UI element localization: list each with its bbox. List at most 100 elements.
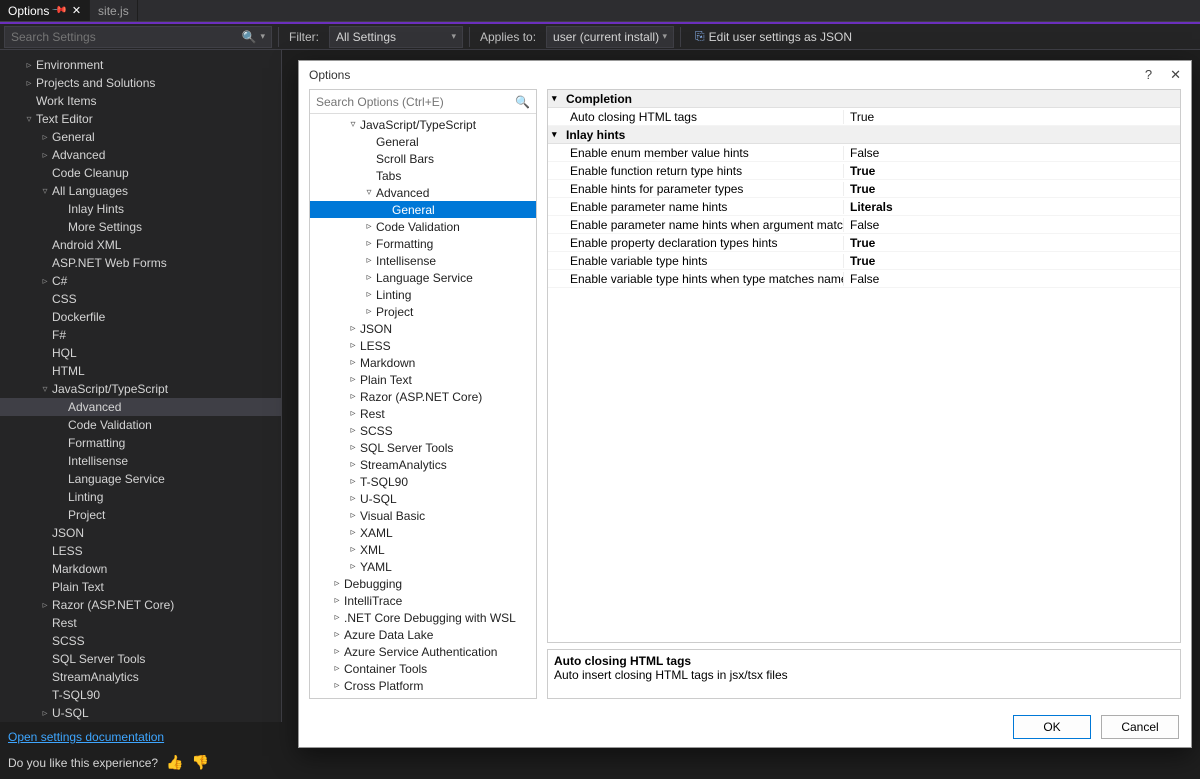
chevron-down-icon[interactable]: ▾	[552, 129, 566, 140]
chevron-icon[interactable]	[38, 600, 52, 611]
tree-item[interactable]: Advanced	[0, 398, 281, 416]
chevron-icon[interactable]	[330, 612, 344, 623]
tree-item[interactable]: SCSS	[0, 632, 281, 650]
chevron-icon[interactable]	[22, 78, 36, 89]
chevron-icon[interactable]	[362, 289, 376, 300]
dialog-tree-item[interactable]: Azure Service Authentication	[310, 643, 536, 660]
dialog-tree-item[interactable]: SQL Server Tools	[310, 439, 536, 456]
chevron-icon[interactable]	[38, 384, 52, 395]
dialog-tree-item[interactable]: YAML	[310, 558, 536, 575]
dialog-tree-item[interactable]: Language Service	[310, 269, 536, 286]
property-row[interactable]: Enable parameter name hintsLiterals	[548, 198, 1180, 216]
tree-item[interactable]: Text Editor	[0, 110, 281, 128]
chevron-icon[interactable]	[330, 663, 344, 674]
property-row[interactable]: Enable hints for parameter typesTrue	[548, 180, 1180, 198]
close-icon[interactable]: ✕	[1170, 67, 1181, 83]
property-value[interactable]: True	[844, 164, 1180, 178]
search-input[interactable]	[11, 30, 242, 44]
ok-button[interactable]: OK	[1013, 715, 1091, 739]
tree-item[interactable]: CSS	[0, 290, 281, 308]
tree-item[interactable]: Work Items	[0, 92, 281, 110]
property-row[interactable]: Enable property declaration types hintsT…	[548, 234, 1180, 252]
dialog-tree-item[interactable]: Linting	[310, 286, 536, 303]
chevron-icon[interactable]	[346, 493, 360, 504]
thumbs-down-icon[interactable]: 👎	[192, 754, 209, 771]
chevron-icon[interactable]	[346, 527, 360, 538]
dialog-tree-item[interactable]: General	[310, 201, 536, 218]
chevron-icon[interactable]	[330, 578, 344, 589]
chevron-down-icon[interactable]: ▾	[552, 93, 566, 104]
dialog-tree-item[interactable]: .NET Core Debugging with WSL	[310, 609, 536, 626]
dialog-tree-item[interactable]: U-SQL	[310, 490, 536, 507]
property-value[interactable]: True	[844, 254, 1180, 268]
documentation-link[interactable]: Open settings documentation	[8, 730, 164, 744]
tree-item[interactable]: Linting	[0, 488, 281, 506]
dialog-tree-item[interactable]: Markdown	[310, 354, 536, 371]
tree-item[interactable]: All Languages	[0, 182, 281, 200]
dialog-tree-item[interactable]: Container Tools	[310, 660, 536, 677]
tree-item[interactable]: T-SQL90	[0, 686, 281, 704]
dialog-tree-item[interactable]: SCSS	[310, 422, 536, 439]
dialog-tree-item[interactable]: StreamAnalytics	[310, 456, 536, 473]
chevron-icon[interactable]	[346, 561, 360, 572]
dialog-tree-item[interactable]: Database Tools	[310, 694, 536, 698]
tree-item[interactable]: Markdown	[0, 560, 281, 578]
thumbs-up-icon[interactable]: 👍	[166, 754, 183, 771]
tree-item[interactable]: LESS	[0, 542, 281, 560]
tree-item[interactable]: Project	[0, 506, 281, 524]
chevron-icon[interactable]	[38, 186, 52, 197]
dialog-tree[interactable]: JavaScript/TypeScriptGeneralScroll BarsT…	[310, 114, 536, 698]
property-category[interactable]: ▾Inlay hints	[548, 126, 1180, 144]
tree-item[interactable]: Dockerfile	[0, 308, 281, 326]
property-value[interactable]: True	[844, 236, 1180, 250]
help-icon[interactable]: ?	[1145, 67, 1152, 83]
chevron-icon[interactable]	[362, 221, 376, 232]
property-value[interactable]: False	[844, 146, 1180, 160]
chevron-icon[interactable]	[346, 340, 360, 351]
property-row[interactable]: Enable function return type hintsTrue	[548, 162, 1180, 180]
property-row[interactable]: Enable variable type hints when type mat…	[548, 270, 1180, 288]
chevron-icon[interactable]	[346, 442, 360, 453]
dialog-search-box[interactable]: 🔍	[310, 90, 536, 114]
dialog-tree-item[interactable]: Rest	[310, 405, 536, 422]
dialog-tree-item[interactable]: IntelliTrace	[310, 592, 536, 609]
property-row[interactable]: Enable variable type hintsTrue	[548, 252, 1180, 270]
dialog-tree-item[interactable]: Cross Platform	[310, 677, 536, 694]
chevron-icon[interactable]	[38, 276, 52, 287]
chevron-icon[interactable]	[346, 323, 360, 334]
dialog-tree-item[interactable]: Debugging	[310, 575, 536, 592]
property-row[interactable]: Enable parameter name hints when argumen…	[548, 216, 1180, 234]
tree-item[interactable]: Rest	[0, 614, 281, 632]
dialog-tree-item[interactable]: Intellisense	[310, 252, 536, 269]
chevron-icon[interactable]	[346, 459, 360, 470]
tree-item[interactable]: General	[0, 128, 281, 146]
chevron-icon[interactable]	[362, 255, 376, 266]
tree-item[interactable]: Language Service	[0, 470, 281, 488]
tree-item[interactable]: JSON	[0, 524, 281, 542]
chevron-icon[interactable]	[38, 150, 52, 161]
dialog-tree-item[interactable]: Tabs	[310, 167, 536, 184]
property-value[interactable]: Literals	[844, 200, 1180, 214]
chevron-icon[interactable]	[330, 680, 344, 691]
property-row[interactable]: Enable enum member value hintsFalse	[548, 144, 1180, 162]
dialog-tree-item[interactable]: JavaScript/TypeScript	[310, 116, 536, 133]
tree-item[interactable]: ASP.NET Web Forms	[0, 254, 281, 272]
tree-item[interactable]: Formatting	[0, 434, 281, 452]
tree-item[interactable]: More Settings	[0, 218, 281, 236]
tree-item[interactable]: StreamAnalytics	[0, 668, 281, 686]
chevron-icon[interactable]	[346, 408, 360, 419]
tree-item[interactable]: Razor (ASP.NET Core)	[0, 596, 281, 614]
tab-options[interactable]: Options 📌 ✕	[0, 0, 90, 21]
property-row[interactable]: Auto closing HTML tagsTrue	[548, 108, 1180, 126]
chevron-icon[interactable]	[362, 187, 376, 198]
dialog-tree-item[interactable]: XAML	[310, 524, 536, 541]
chevron-icon[interactable]	[346, 391, 360, 402]
tree-item[interactable]: Intellisense	[0, 452, 281, 470]
property-value[interactable]: False	[844, 272, 1180, 286]
property-category[interactable]: ▾Completion	[548, 90, 1180, 108]
chevron-icon[interactable]	[330, 697, 344, 698]
chevron-icon[interactable]	[346, 374, 360, 385]
chevron-icon[interactable]	[38, 132, 52, 143]
dialog-tree-item[interactable]: General	[310, 133, 536, 150]
chevron-icon[interactable]	[346, 425, 360, 436]
